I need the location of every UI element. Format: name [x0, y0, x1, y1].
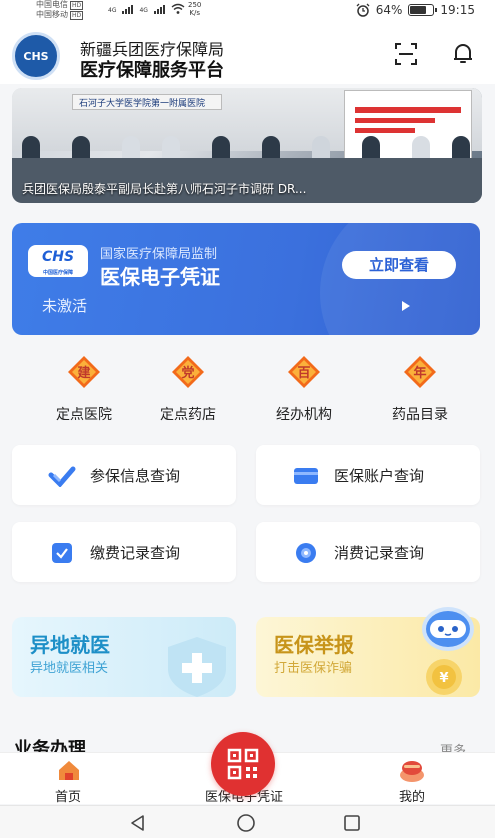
promo-title: 异地就医 [30, 633, 110, 657]
quick-entry-agency[interactable]: 百 经办机构 [254, 352, 354, 424]
network-type-2: 4G [139, 7, 148, 14]
account-query-tile[interactable]: 医保账户查询 [256, 445, 480, 505]
platform-title: 医疗保障服务平台 [80, 60, 224, 81]
banner-caption[interactable]: 兵团医保局殷泰平副局长赴第八师石河子市调研 DR... [22, 180, 306, 197]
credential-qr-button[interactable] [211, 732, 275, 796]
card-supervisor: 国家医疗保障局监制 [100, 247, 218, 262]
network-type-1: 4G [108, 7, 117, 14]
payment-record-icon [52, 543, 72, 563]
consumption-record-icon [296, 543, 316, 563]
carrier-info: 中国电信 HD 中国移动 HD [36, 0, 84, 20]
svg-text:年: 年 [413, 365, 426, 381]
coin-icon: ¥ [426, 659, 462, 695]
activation-status: 未激活 [42, 297, 88, 315]
chs-logo: CHS 中国医疗保障 [28, 245, 88, 277]
app-logo: CHS [12, 32, 60, 80]
banner-sign-text: 石河子大学医学院第一附属医院 [79, 99, 206, 109]
network-speed: 250 K/s [188, 1, 201, 17]
alarm-icon [356, 3, 370, 17]
news-banner[interactable]: 石河子大学医学院第一附属医院 兵团医保局殷泰平副局长赴第八师石河子市调研 DR.… [12, 88, 482, 203]
tab-label: 我的 [398, 790, 425, 805]
chs-logo-sub: 中国医疗保障 [42, 270, 73, 276]
svg-text:¥: ¥ [439, 671, 448, 686]
hospital-icon: 建 [64, 352, 104, 392]
qr-code-icon [227, 748, 259, 780]
assistant-robot-icon[interactable] [418, 603, 478, 655]
tile-label: 参保信息查询 [90, 467, 181, 485]
signal-icon [122, 5, 134, 14]
tab-label: 首页 [54, 790, 81, 805]
home-icon [59, 761, 79, 780]
quick-entry-hospital[interactable]: 建 定点医院 [34, 352, 134, 424]
insurance-info-query-tile[interactable]: 参保信息查询 [12, 445, 236, 505]
system-nav-bar [0, 805, 495, 838]
quick-entry-label: 定点药店 [160, 407, 216, 423]
scan-icon[interactable] [394, 42, 418, 66]
back-icon[interactable] [128, 813, 148, 833]
chs-logo-text: CHS [41, 249, 75, 265]
quick-entry-drug-catalog[interactable]: 年 药品目录 [370, 352, 470, 424]
banner-sign: 石河子大学医学院第一附属医院 [72, 94, 222, 110]
wifi-icon [171, 3, 185, 14]
quick-entry-label: 定点医院 [56, 407, 112, 423]
logo-text: CHS [23, 49, 49, 63]
speed-value: 250 [188, 1, 202, 9]
quick-entry-label: 经办机构 [276, 407, 332, 423]
clock-time: 19:15 [440, 3, 475, 17]
insurance-info-icon [48, 466, 76, 487]
account-card-icon [294, 468, 318, 484]
status-right: 64% 19:15 [356, 3, 475, 17]
pharmacy-icon: 党 [168, 352, 208, 392]
agency-icon: 百 [284, 352, 324, 392]
quick-entry-pharmacy[interactable]: 党 定点药店 [138, 352, 238, 424]
card-glow [320, 223, 480, 335]
status-bar: 中国电信 HD 中国移动 HD 4G 4G 250 K/s 64% 19:15 [0, 0, 495, 24]
signal-icon [153, 5, 165, 14]
tab-home[interactable]: 首页 [8, 753, 128, 805]
chevron-right-icon[interactable] [402, 301, 410, 311]
tile-label: 缴费记录查询 [90, 544, 181, 562]
svg-text:百: 百 [297, 366, 310, 381]
tile-label: 医保账户查询 [334, 467, 425, 485]
consumption-record-query-tile[interactable]: 消费记录查询 [256, 522, 480, 582]
home-circle-icon[interactable] [236, 813, 256, 833]
bell-icon[interactable] [450, 40, 476, 66]
speed-unit: K/s [189, 9, 200, 17]
battery-percent: 64% [375, 3, 403, 17]
hd-badge: HD [70, 11, 84, 20]
card-title: 医保电子凭证 [100, 265, 220, 289]
svg-text:建: 建 [77, 365, 90, 381]
tile-label: 消费记录查询 [334, 544, 425, 562]
carrier-2: 中国移动 [36, 10, 68, 19]
drug-catalog-icon: 年 [400, 352, 440, 392]
quick-entry-label: 药品目录 [392, 407, 448, 423]
app-header: CHS 新疆兵团医疗保障局 医疗保障服务平台 [0, 24, 495, 84]
medical-insurance-credential-card[interactable]: CHS 中国医疗保障 国家医疗保障局监制 医保电子凭证 立即查看 未激活 [12, 223, 480, 335]
hd-badge: HD [70, 1, 84, 10]
tab-mine[interactable]: 我的 [352, 753, 472, 805]
promo-subtitle: 打击医保诈骗 [274, 661, 353, 676]
profile-icon [400, 761, 424, 782]
payment-record-query-tile[interactable]: 缴费记录查询 [12, 522, 236, 582]
offsite-medical-promo[interactable]: 异地就医 异地就医相关 [12, 617, 236, 697]
view-now-button[interactable]: 立即查看 [342, 251, 456, 279]
signal-group: 4G 4G [108, 3, 185, 14]
recents-icon[interactable] [342, 813, 362, 833]
medical-cross-shield-icon [168, 637, 226, 697]
carrier-1: 中国电信 [36, 0, 68, 9]
battery-icon [408, 4, 438, 16]
promo-title: 医保举报 [274, 633, 354, 657]
svg-text:党: 党 [181, 365, 194, 381]
promo-subtitle: 异地就医相关 [30, 661, 109, 676]
